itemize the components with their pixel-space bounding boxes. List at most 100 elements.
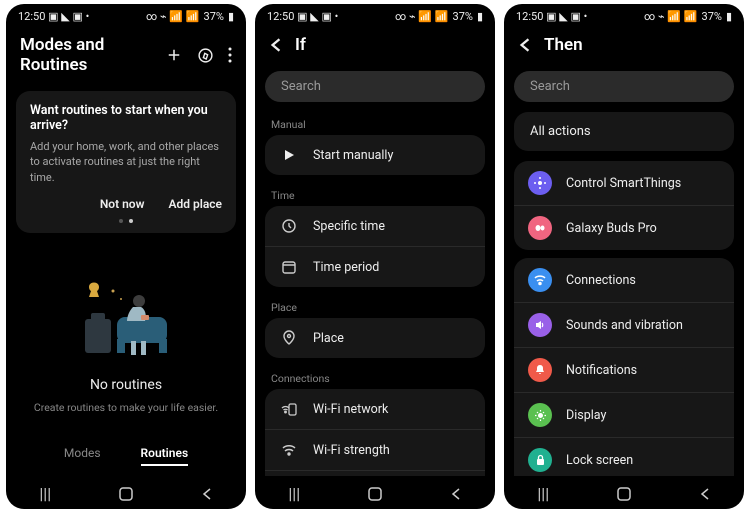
item-galaxy-buds[interactable]: Galaxy Buds Pro bbox=[514, 206, 734, 250]
section-time: Time bbox=[255, 183, 495, 206]
tip-title: Want routines to start when you arrive? bbox=[30, 103, 222, 133]
page-indicator bbox=[30, 219, 222, 223]
nav-home[interactable] bbox=[367, 486, 383, 502]
status-battery: 37% bbox=[702, 10, 722, 23]
status-sys-icons: ∞ ⌁ 📶 📶 bbox=[146, 10, 200, 23]
item-place[interactable]: Place bbox=[265, 318, 485, 358]
item-specific-time[interactable]: Specific time bbox=[265, 206, 485, 247]
add-button[interactable] bbox=[165, 46, 183, 64]
item-lock-screen[interactable]: Lock screen bbox=[514, 438, 734, 476]
buds-icon bbox=[528, 216, 552, 240]
wifi-icon bbox=[528, 268, 552, 292]
discover-button[interactable] bbox=[197, 47, 214, 64]
section-connections: Connections bbox=[255, 366, 495, 389]
item-label: Connections bbox=[566, 273, 636, 288]
nav-back[interactable] bbox=[201, 487, 213, 501]
page-title: Modes and Routines bbox=[20, 35, 153, 75]
play-icon bbox=[279, 145, 299, 165]
status-sys-icons: ∞ ⌁ 📶 📶 bbox=[644, 10, 698, 23]
nav-bar: ||| bbox=[504, 476, 744, 509]
item-label: Galaxy Buds Pro bbox=[566, 221, 657, 236]
item-connections[interactable]: Connections bbox=[514, 258, 734, 303]
header: Modes and Routines bbox=[6, 25, 246, 87]
back-button[interactable] bbox=[269, 37, 283, 53]
back-button[interactable] bbox=[518, 37, 532, 53]
item-display[interactable]: Display bbox=[514, 393, 734, 438]
wifi-device-icon bbox=[279, 399, 299, 419]
lock-icon bbox=[528, 448, 552, 472]
nav-recents[interactable]: ||| bbox=[537, 484, 549, 503]
header: Then bbox=[504, 25, 744, 67]
search-input[interactable]: Search bbox=[265, 71, 485, 102]
empty-subtitle: Create routines to make your life easier… bbox=[34, 401, 218, 414]
nav-back[interactable] bbox=[699, 487, 711, 501]
screen-modes-routines: 12:50 ▣ ◣ ▣ • ∞ ⌁ 📶 📶 37% ▮ Modes and Ro… bbox=[6, 4, 246, 509]
item-label: Place bbox=[313, 331, 344, 346]
tab-routines[interactable]: Routines bbox=[141, 446, 189, 466]
status-time: 12:50 bbox=[18, 10, 45, 23]
item-wifi-strength[interactable]: Wi-Fi strength bbox=[265, 430, 485, 471]
screen-then: 12:50 ▣ ◣ ▣ • ∞ ⌁ 📶 📶 37% ▮ Then Search … bbox=[504, 4, 744, 509]
item-label: Wi-Fi strength bbox=[313, 443, 390, 458]
bell-icon bbox=[528, 358, 552, 382]
status-bar: 12:50 ▣ ◣ ▣ • ∞ ⌁ 📶 📶 37% ▮ bbox=[6, 4, 246, 25]
empty-state: No routines Create routines to make your… bbox=[6, 237, 246, 446]
item-label: Notifications bbox=[566, 363, 637, 378]
not-now-button[interactable]: Not now bbox=[100, 197, 145, 211]
item-sounds[interactable]: Sounds and vibration bbox=[514, 303, 734, 348]
all-actions-button[interactable]: All actions bbox=[514, 112, 734, 151]
section-manual: Manual bbox=[255, 112, 495, 135]
status-battery: 37% bbox=[453, 10, 473, 23]
item-smartthings[interactable]: Control SmartThings bbox=[514, 161, 734, 206]
tip-card: Want routines to start when you arrive? … bbox=[16, 91, 236, 233]
status-sys-icons: ∞ ⌁ 📶 📶 bbox=[395, 10, 449, 23]
status-time: 12:50 bbox=[267, 10, 294, 23]
status-app-icons: ▣ ◣ ▣ • bbox=[48, 10, 89, 23]
nav-home[interactable] bbox=[118, 486, 134, 502]
item-label: Lock screen bbox=[566, 453, 633, 468]
nav-recents[interactable]: ||| bbox=[288, 484, 300, 503]
calendar-icon bbox=[279, 257, 299, 277]
nav-home[interactable] bbox=[616, 486, 632, 502]
item-label: Display bbox=[566, 408, 606, 423]
nav-back[interactable] bbox=[450, 487, 462, 501]
item-label: Time period bbox=[313, 260, 379, 275]
nav-bar: ||| bbox=[6, 476, 246, 509]
battery-icon: ▮ bbox=[726, 10, 732, 23]
nav-bar: ||| bbox=[255, 476, 495, 509]
status-time: 12:50 bbox=[516, 10, 543, 23]
status-battery: 37% bbox=[204, 10, 224, 23]
item-start-manually[interactable]: Start manually bbox=[265, 135, 485, 175]
section-place: Place bbox=[255, 295, 495, 318]
item-label: Control SmartThings bbox=[566, 176, 681, 191]
item-label: Start manually bbox=[313, 148, 393, 163]
status-app-icons: ▣ ◣ ▣ • bbox=[297, 10, 338, 23]
item-label: Sounds and vibration bbox=[566, 318, 683, 333]
page-title: Then bbox=[544, 35, 730, 55]
more-button[interactable] bbox=[228, 47, 232, 63]
battery-icon: ▮ bbox=[477, 10, 483, 23]
item-wifi-network[interactable]: Wi-Fi network bbox=[265, 389, 485, 430]
header: If bbox=[255, 25, 495, 67]
clock-icon bbox=[279, 216, 299, 236]
empty-title: No routines bbox=[90, 377, 162, 393]
item-label: Wi-Fi network bbox=[313, 402, 388, 417]
smartthings-icon bbox=[528, 171, 552, 195]
sound-icon bbox=[528, 313, 552, 337]
nav-recents[interactable]: ||| bbox=[39, 484, 51, 503]
screen-if: 12:50 ▣ ◣ ▣ • ∞ ⌁ 📶 📶 37% ▮ If Search Ma… bbox=[255, 4, 495, 509]
sun-icon bbox=[528, 403, 552, 427]
item-time-period[interactable]: Time period bbox=[265, 247, 485, 287]
battery-icon: ▮ bbox=[228, 10, 234, 23]
tip-body: Add your home, work, and other places to… bbox=[30, 139, 222, 185]
tab-modes[interactable]: Modes bbox=[64, 446, 101, 466]
item-notifications[interactable]: Notifications bbox=[514, 348, 734, 393]
pin-icon bbox=[279, 328, 299, 348]
search-input[interactable]: Search bbox=[514, 71, 734, 102]
bottom-tabs: Modes Routines bbox=[6, 446, 246, 476]
wifi-icon bbox=[279, 440, 299, 460]
page-title: If bbox=[295, 35, 481, 55]
status-bar: 12:50 ▣ ◣ ▣ • ∞ ⌁ 📶 📶 37% ▮ bbox=[504, 4, 744, 25]
item-label: Specific time bbox=[313, 219, 385, 234]
add-place-button[interactable]: Add place bbox=[168, 197, 222, 211]
